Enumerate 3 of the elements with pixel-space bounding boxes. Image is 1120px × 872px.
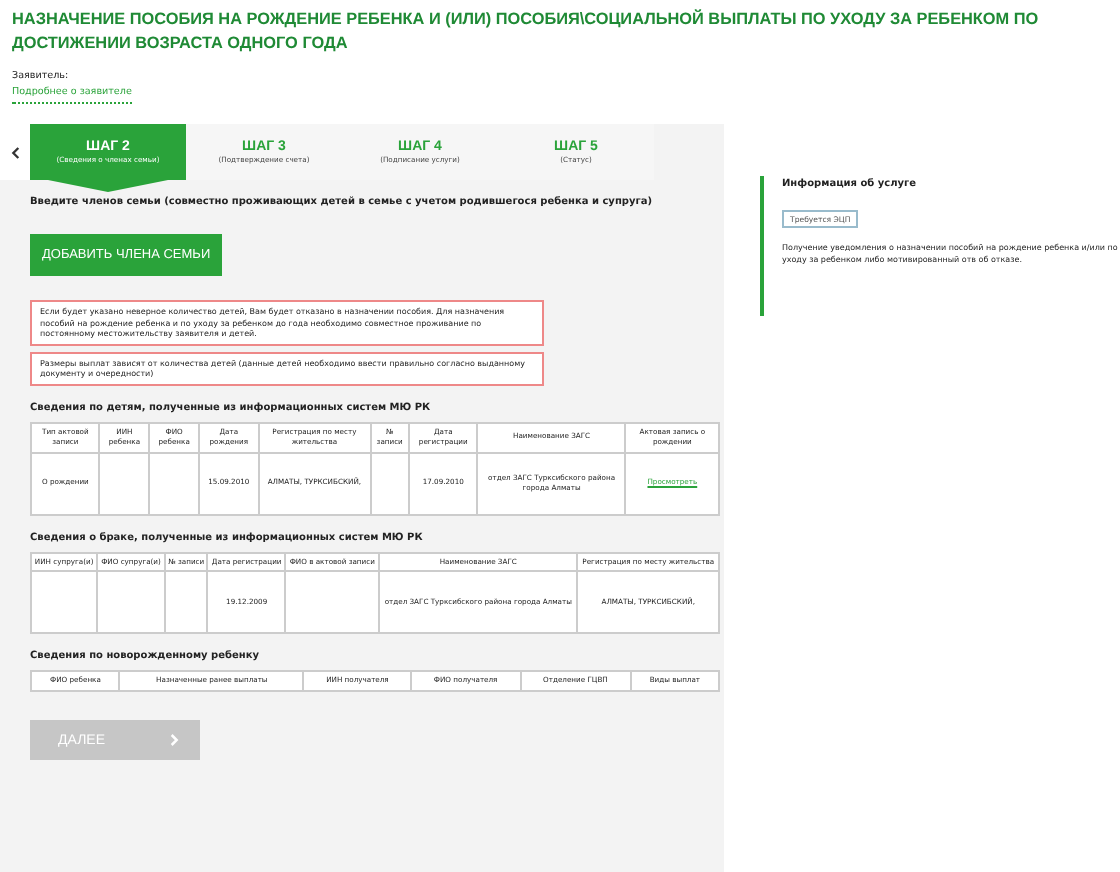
chevron-left-icon[interactable] — [10, 146, 20, 160]
page-title: НАЗНАЧЕНИЕ ПОСОБИЯ НА РОЖДЕНИЕ РЕБЕНКА И (ИЛИ) ПОСОБИЯ\СОЦИАЛЬНОЙ ВЫПЛАТЫ ПО УХОДУ ЗА РЕБЕНКОМ ПО ДОСТИЖЕНИИ ВОЗРАСТА ОДНОГО ГОДА — [12, 8, 1041, 56]
chevron-right-icon — [170, 732, 180, 749]
